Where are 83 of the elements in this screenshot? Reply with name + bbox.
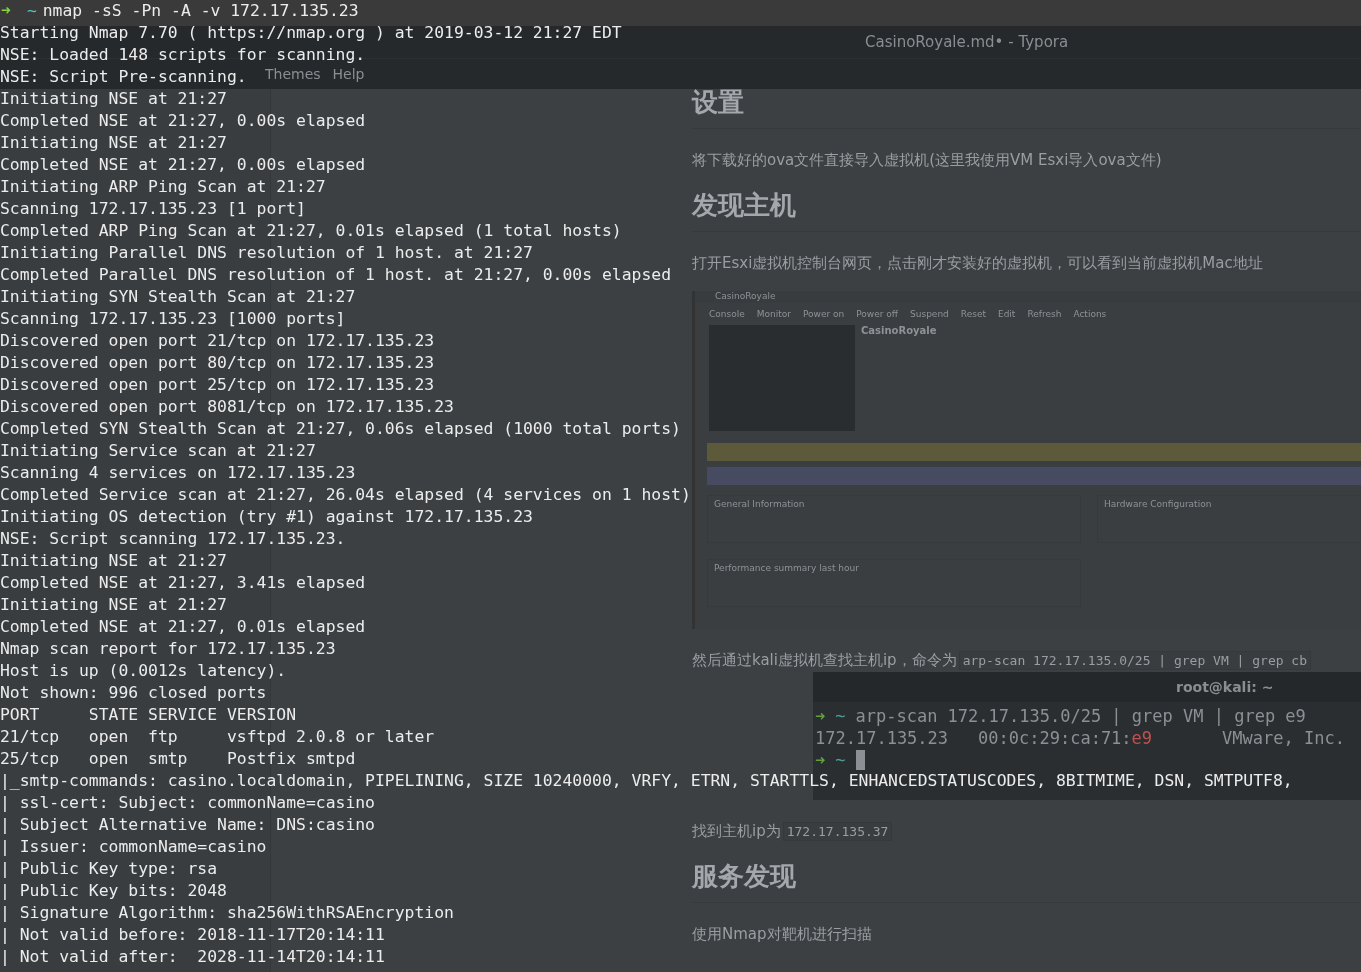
- window-title: CasinoRoyale.md• - Typora: [865, 33, 1069, 51]
- toolbar-label: Refresh: [1027, 309, 1062, 319]
- terminal-line: Initiating Service scan at 21:27: [0, 440, 316, 462]
- terminal-line: PORT STATE SERVICE VERSION: [0, 704, 297, 726]
- toolbar-label: Actions: [1073, 309, 1107, 319]
- terminal-line: Starting Nmap 7.70 ( https://nmap.org ) at 2019-03-12 21:27 EDT: [0, 22, 622, 44]
- prompt-arrow: ➜: [0, 1, 11, 20]
- toolbar-label: Suspend: [910, 309, 949, 319]
- terminal-line: Discovered open port 8081/tcp on 172.17.135.23: [0, 396, 454, 418]
- panel-heading: General Information: [714, 499, 805, 509]
- panel-heading: Hardware Configuration: [1104, 499, 1212, 509]
- terminal-line: Nmap scan report for 172.17.135.23: [0, 638, 336, 660]
- terminal-line: | Subject Alternative Name: DNS:casino: [0, 814, 375, 836]
- terminal-line: | ssl-cert: Subject: commonName=casino: [0, 792, 375, 814]
- paragraph-text: 找到主机ip为: [692, 822, 781, 841]
- terminal-line: Initiating Parallel DNS resolution of 1 host. at 21:27: [0, 242, 533, 264]
- terminal-line: Completed ARP Ping Scan at 21:27, 0.01s elapsed (1 total hosts): [0, 220, 622, 242]
- menu-item[interactable]: Themes: [265, 66, 321, 82]
- paragraph-text: 然后通过kali虚拟机查找主机ip，命令为: [692, 651, 957, 670]
- screenshot-title: CasinoRoyale: [715, 291, 776, 301]
- command-text: arp-scan 172.17.135.0/25 | grep VM | grep e9: [855, 706, 1306, 728]
- toolbar-label: Monitor: [756, 309, 791, 319]
- prompt-arrow: ➜: [815, 706, 826, 728]
- terminal-line: Discovered open port 25/tcp on 172.17.135.23: [0, 374, 435, 396]
- terminal-title: root@kali: ~: [1176, 679, 1274, 695]
- terminal-line: 21/tcp open ftp vsftpd 2.0.8 or later: [0, 726, 435, 748]
- panel-heading: Performance summary last hour: [714, 563, 859, 573]
- terminal-line: | Issuer: commonName=casino: [0, 836, 267, 858]
- ip-address: 172.17.135.23: [815, 728, 949, 750]
- section-heading: 设置: [692, 89, 1361, 129]
- inline-code: 172.17.135.37: [782, 822, 893, 841]
- prompt-directory: ~: [835, 750, 846, 772]
- toolbar-label: Power off: [856, 309, 899, 319]
- terminal-line: Completed NSE at 21:27, 0.01s elapsed: [0, 616, 366, 638]
- terminal-line: Completed NSE at 21:27, 0.00s elapsed: [0, 110, 366, 132]
- vendor-text: VMware, Inc.: [1222, 728, 1345, 750]
- cursor-block: [855, 750, 865, 770]
- terminal-line: Initiating NSE at 21:27: [0, 88, 227, 110]
- menu-item[interactable]: Help: [332, 66, 365, 82]
- command-text: nmap -sS -Pn -A -v 172.17.135.23: [42, 1, 359, 20]
- terminal-line: Completed SYN Stealth Scan at 21:27, 0.06s elapsed (1000 total ports): [0, 418, 681, 440]
- toolbar-label: Console: [709, 309, 745, 319]
- terminal-line: Scanning 172.17.135.23 [1 port]: [0, 198, 306, 220]
- terminal-line: Initiating SYN Stealth Scan at 21:27: [0, 286, 356, 308]
- terminal-line: Scanning 4 services on 172.17.135.23: [0, 462, 356, 484]
- terminal-line: |_smtp-commands: casino.localdomain, PIPELINING, SIZE 10240000, VRFY, ETRN, STARTTLS, ENHANCEDSTATUSCODES, 8BITMIME, DSN, SMTPUTF8,: [0, 770, 1293, 792]
- terminal-line: | Not valid after: 2028-11-14T20:14:11: [0, 946, 385, 968]
- terminal-line: | Signature Algorithm: sha256WithRSAEncryption: [0, 902, 454, 924]
- terminal-line: Completed NSE at 21:27, 3.41s elapsed: [0, 572, 366, 594]
- terminal-line: NSE: Loaded 148 scripts for scanning.: [0, 44, 366, 66]
- terminal-line: Completed Service scan at 21:27, 26.04s elapsed (4 services on 1 host): [0, 484, 691, 506]
- terminal-line: | Public Key type: rsa: [0, 858, 218, 880]
- terminal-line: Initiating NSE at 21:27: [0, 594, 227, 616]
- terminal-line: Not shown: 996 closed ports: [0, 682, 267, 704]
- terminal-line: Host is up (0.0012s latency).: [0, 660, 287, 682]
- terminal-line: Discovered open port 80/tcp on 172.17.135.23: [0, 352, 435, 374]
- prompt-directory: ~: [25, 1, 38, 20]
- terminal-line: Completed Parallel DNS resolution of 1 host. at 21:27, 0.00s elapsed: [0, 264, 672, 286]
- toolbar-label: Power on: [802, 309, 845, 319]
- section-heading: 发现主机: [692, 188, 1361, 232]
- paragraph-text: 使用Nmap对靶机进行扫描: [692, 925, 872, 944]
- toolbar-label: Edit: [997, 309, 1016, 319]
- terminal-line: NSE: Script Pre-scanning.: [0, 66, 247, 88]
- terminal-line: 25/tcp open smtp Postfix smtpd: [0, 748, 356, 770]
- terminal-line: | Public Key bits: 2048: [0, 880, 227, 902]
- terminal-line: Initiating OS detection (try #1) against 172.17.135.23: [0, 506, 533, 528]
- prompt-arrow: ➜: [815, 750, 826, 772]
- section-heading: 服务发现: [692, 859, 1361, 903]
- terminal-line: | Not valid before: 2018-11-17T20:14:11: [0, 924, 385, 946]
- terminal-line: Scanning 172.17.135.23 [1000 ports]: [0, 308, 346, 330]
- paragraph-text: 打开Esxi虚拟机控制台网页，点击刚才安装好的虚拟机，可以看到当前虚拟机Mac地址: [692, 254, 1263, 273]
- terminal-line: Completed NSE at 21:27, 0.00s elapsed: [0, 154, 366, 176]
- terminal-line: Initiating NSE at 21:27: [0, 550, 227, 572]
- mac-address: 00:0c:29:ca:71:e9: [978, 728, 1153, 750]
- terminal-line: NSE: Script scanning 172.17.135.23.: [0, 528, 346, 550]
- terminal-line: Initiating ARP Ping Scan at 21:27: [0, 176, 326, 198]
- prompt-directory: ~: [835, 706, 846, 728]
- vm-name: CasinoRoyale: [861, 325, 937, 338]
- inline-code: arp-scan 172.17.135.0/25 | grep VM | grep cb: [958, 651, 1311, 670]
- paragraph-text: 将下载好的ova文件直接导入虚拟机(这里我使用VM Esxi导入ova文件): [692, 151, 1162, 170]
- toolbar-label: Reset: [960, 309, 986, 319]
- terminal-line: Discovered open port 21/tcp on 172.17.135.23: [0, 330, 435, 352]
- terminal-line: Initiating NSE at 21:27: [0, 132, 227, 154]
